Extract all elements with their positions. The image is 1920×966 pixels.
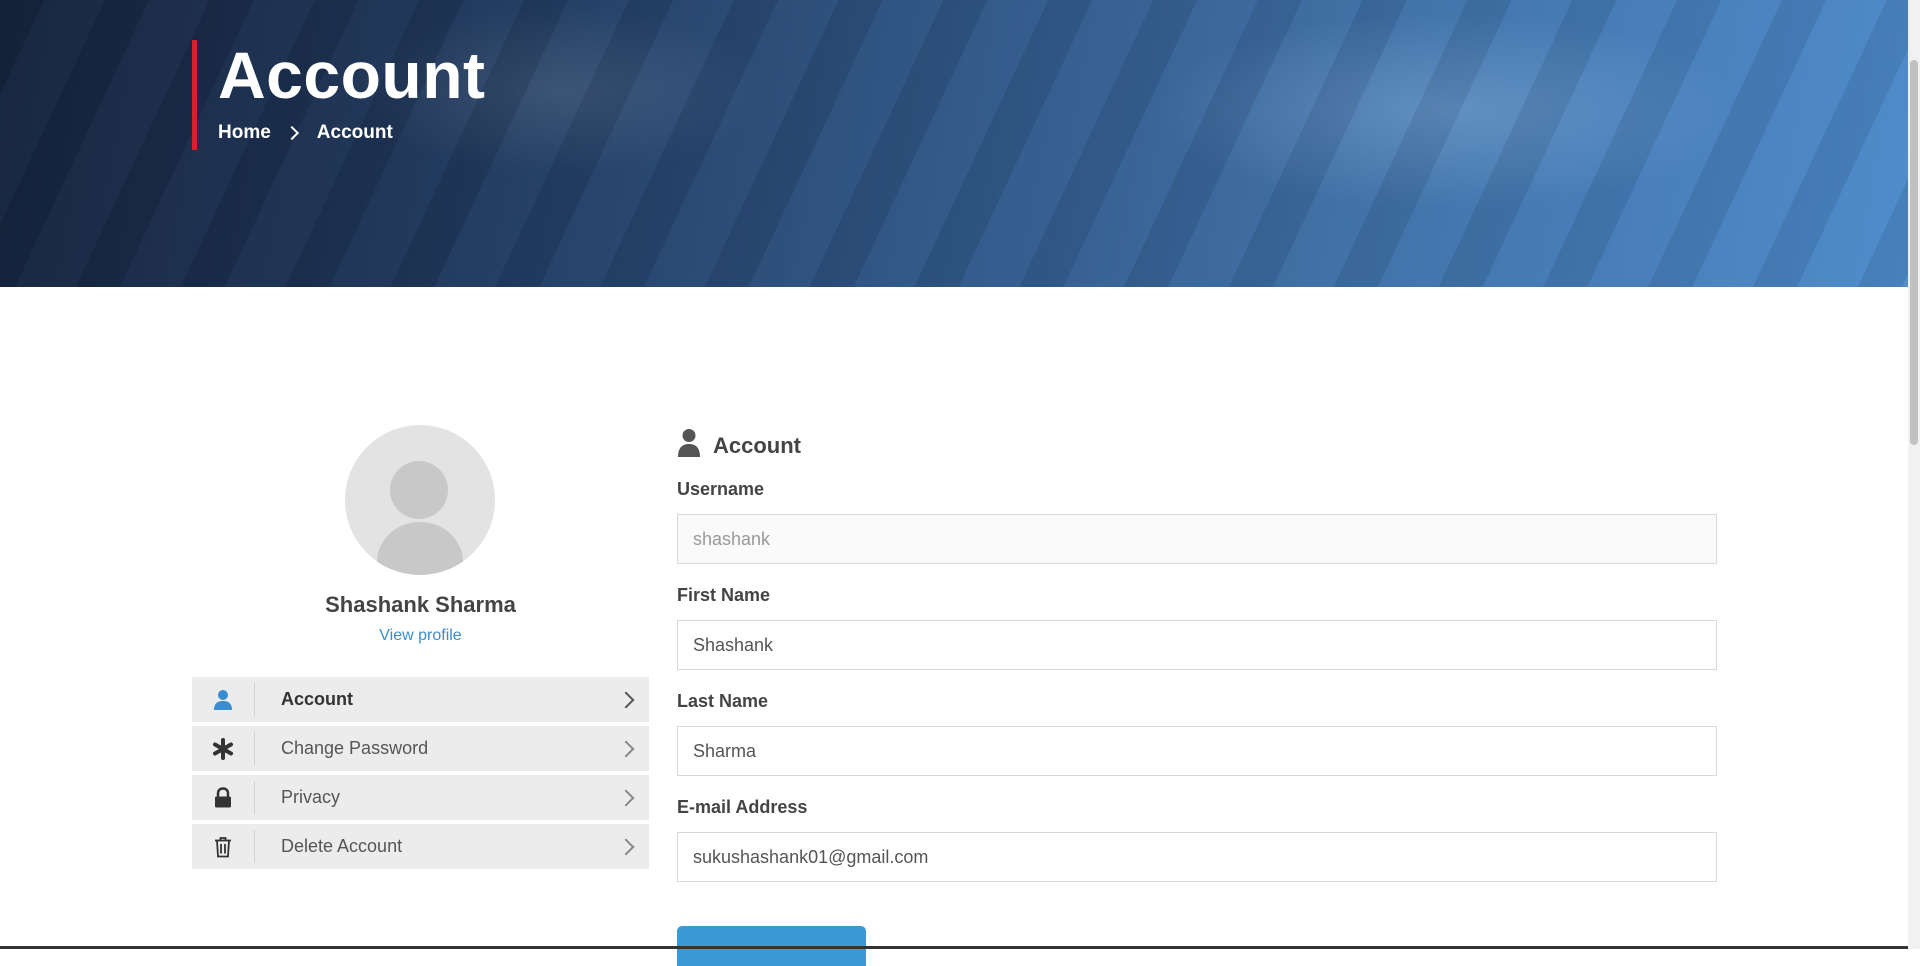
profile-name: Shashank Sharma — [325, 592, 516, 617]
email-label: E-mail Address — [677, 797, 808, 817]
last-name-field[interactable] — [677, 726, 1717, 776]
hero-accent-bar — [192, 40, 197, 150]
username-label: Username — [677, 479, 765, 499]
page-title: Account — [218, 38, 486, 112]
last-name-label: Last Name — [677, 691, 769, 711]
view-profile-link[interactable]: View profile — [192, 627, 649, 645]
email-field[interactable] — [677, 832, 1717, 882]
breadcrumb-home-link[interactable]: Home — [218, 122, 271, 144]
avatar-placeholder-head — [390, 461, 448, 519]
sidebar-item-privacy[interactable]: Privacy — [192, 775, 649, 820]
form-section-title: Account — [677, 428, 801, 464]
sidebar-item-change-password[interactable]: Change Password — [192, 726, 649, 771]
sidebar-item-label: Privacy — [281, 787, 341, 807]
form-title-text: Account — [713, 433, 801, 458]
asterisk-icon — [192, 726, 254, 771]
user-icon — [192, 677, 254, 722]
sidebar-item-delete-account[interactable]: Delete Account — [192, 824, 649, 869]
username-field[interactable] — [677, 514, 1717, 564]
page-scrollbar[interactable] — [1908, 0, 1920, 949]
trash-icon — [192, 824, 254, 869]
first-name-field[interactable] — [677, 620, 1717, 670]
user-icon — [677, 428, 701, 464]
page-hero-banner: Account Home Account — [0, 0, 1908, 287]
breadcrumb-chevron-icon — [284, 125, 299, 141]
account-side-menu: Account Change Password Privacy Delete A… — [192, 677, 649, 873]
first-name-label: First Name — [677, 585, 771, 605]
sidebar-item-account[interactable]: Account — [192, 677, 649, 722]
avatar — [345, 425, 495, 575]
sidebar-item-label: Change Password — [281, 738, 429, 758]
sidebar-item-label: Account — [281, 689, 353, 709]
avatar-placeholder-body — [377, 522, 463, 575]
lock-icon — [192, 775, 254, 820]
breadcrumb-current: Account — [316, 122, 393, 143]
scrollbar-thumb[interactable] — [1910, 60, 1918, 445]
sidebar-item-label: Delete Account — [281, 836, 403, 856]
breadcrumb: Home Account — [218, 122, 393, 144]
